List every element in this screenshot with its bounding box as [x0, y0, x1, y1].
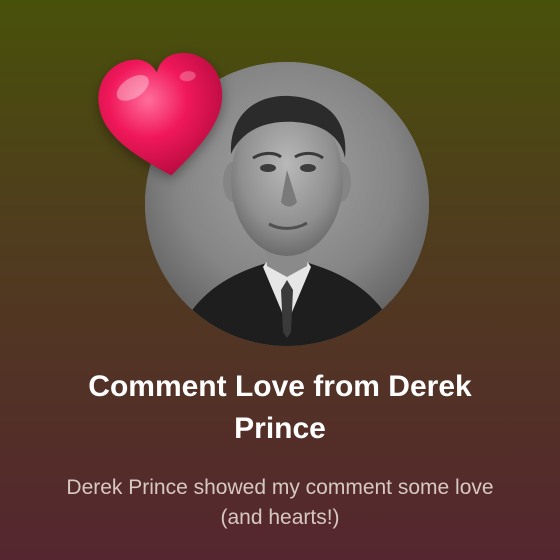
card-subtitle: Derek Prince showed my comment some love…	[66, 476, 494, 529]
comment-love-card: Comment Love from Derek Prince Derek Pri…	[0, 0, 560, 560]
heart-icon	[86, 41, 239, 191]
card-title: Comment Love from Derek Prince	[88, 370, 472, 445]
